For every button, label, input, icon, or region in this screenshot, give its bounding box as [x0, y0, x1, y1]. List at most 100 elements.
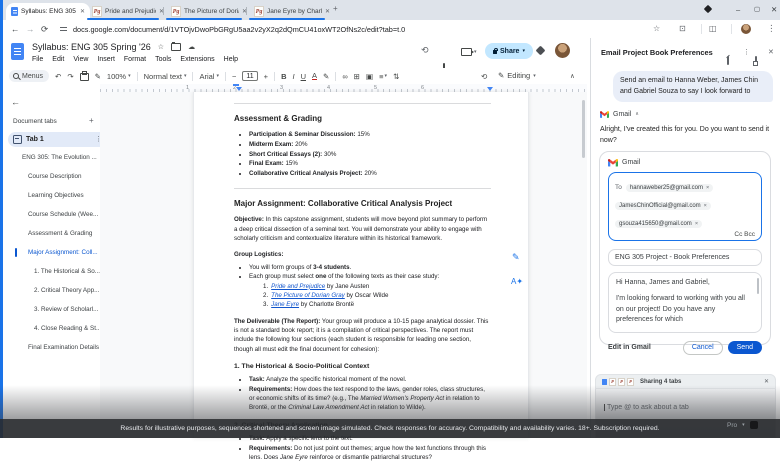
edit-in-gmail-link[interactable]: Edit in Gmail [608, 344, 651, 351]
outline-item[interactable]: Learning Objectives [28, 192, 84, 199]
highlight-color-icon[interactable]: ✎ [323, 72, 329, 81]
tab-search-icon[interactable]: ◫ [709, 24, 717, 33]
gemini-spark-icon[interactable] [703, 4, 713, 14]
first-line-indent-marker[interactable] [233, 84, 239, 86]
window-close-button[interactable]: ✕ [771, 5, 777, 14]
outline-item[interactable]: Course Description [28, 173, 82, 180]
address-bar[interactable]: docs.google.com/document/d/1VTOjvDwoPbGR… [73, 25, 405, 34]
gemini-write-pen-icon[interactable]: ✎ [512, 252, 520, 263]
cancel-button[interactable]: Cancel [682, 340, 723, 355]
text-color-icon[interactable]: A [312, 72, 318, 81]
docs-profile-avatar[interactable] [555, 43, 570, 58]
zoom-select[interactable]: 100% ▾ [107, 72, 131, 81]
bookmark-star-icon[interactable]: ☆ [653, 24, 660, 33]
book-link-dorian-gray[interactable]: The Picture of Dorian Gray [271, 292, 345, 299]
font-size-input[interactable]: 11 [242, 71, 258, 81]
new-tab-button[interactable]: + [333, 5, 338, 13]
menu-insert[interactable]: Insert [97, 56, 115, 63]
add-tab-icon[interactable]: + [89, 117, 94, 125]
document-scrollbar[interactable] [582, 100, 585, 158]
menu-tools[interactable]: Tools [155, 56, 171, 63]
subject-field[interactable]: ENG 305 Project - Book Preferences [608, 248, 762, 266]
outline-item[interactable]: 2. Critical Theory App... [34, 287, 99, 294]
menu-help[interactable]: Help [224, 56, 238, 63]
document-page[interactable]: Assessment & Grading Participation & Sem… [193, 92, 529, 461]
remove-recipient-icon[interactable]: × [706, 185, 709, 191]
insert-image-icon[interactable]: ▣ [366, 72, 373, 81]
panel-close-icon[interactable]: ✕ [768, 48, 774, 56]
tab-close-icon[interactable]: ✕ [80, 8, 85, 15]
share-button[interactable]: Share ▾ [485, 43, 533, 59]
hide-outline-icon[interactable]: ← [11, 98, 20, 107]
underline-icon[interactable]: U [301, 72, 306, 81]
print-icon[interactable] [79, 71, 89, 81]
outline-item-active[interactable]: Major Assignment: Coll... [28, 249, 98, 256]
line-spacing-icon[interactable]: ⇅ [393, 72, 399, 81]
browser-tab-syllabus[interactable]: Syllabus: ENG 305 Spring '26 ✕ [6, 3, 90, 20]
document-title[interactable]: Syllabus: ENG 305 Spring '26 [32, 42, 151, 52]
outline-item[interactable]: Final Examination Details [28, 344, 99, 351]
gmail-source-chip[interactable]: Gmail ∧ [600, 111, 639, 118]
version-history-icon[interactable]: ⟲ [421, 46, 429, 55]
stop-sharing-icon[interactable]: ✕ [764, 379, 769, 385]
book-link-pride-and-prejudice[interactable]: Pride and Prejudice [271, 283, 325, 290]
stop-generate-button[interactable] [749, 421, 758, 429]
reload-button[interactable]: ⟳ [41, 24, 48, 34]
paint-format-icon[interactable]: ✎ [95, 72, 101, 81]
bold-icon[interactable]: B [281, 72, 286, 81]
cc-bcc-toggle[interactable]: Cc Bcc [615, 231, 755, 238]
recipient-chip[interactable]: JamesChinOfficial@gmail.com × [615, 201, 711, 210]
google-docs-logo[interactable] [11, 43, 24, 60]
sidebar-tab-1[interactable]: Tab 1 ⋮ [8, 132, 107, 147]
book-link-jane-eyre[interactable]: Jane Eyre [271, 301, 299, 308]
outline-item[interactable]: 1. The Historical & So... [34, 268, 100, 275]
outline-item[interactable]: 4. Close Reading & St... [34, 325, 101, 332]
collapse-toolbar-icon[interactable]: ∧ [570, 72, 575, 80]
recipient-chip[interactable]: gsouza415650@gmail.com × [615, 219, 703, 228]
outline-item[interactable]: Course Schedule (Wee... [28, 211, 98, 218]
menu-file[interactable]: File [32, 56, 43, 63]
undo-icon[interactable]: ↶ [55, 72, 61, 81]
move-to-folder-icon[interactable] [171, 42, 182, 51]
back-button[interactable]: ← [11, 24, 20, 34]
collapse-icon[interactable]: ∧ [635, 112, 639, 117]
paragraph-style-select[interactable]: Normal text ▾ [144, 72, 187, 81]
decrease-font-size-button[interactable]: − [232, 72, 236, 81]
editing-mode-select[interactable]: ✎ Editing ▾ [498, 71, 536, 80]
redo-icon[interactable]: ↷ [67, 72, 73, 81]
search-menus-button[interactable]: Menus [9, 70, 50, 82]
window-minimize-button[interactable]: – [736, 5, 740, 14]
gemini-prompt-input[interactable] [604, 404, 767, 411]
menu-edit[interactable]: Edit [52, 56, 64, 63]
outline-item[interactable]: Assessment & Grading [28, 230, 92, 237]
insert-link-icon[interactable]: ∞ [342, 72, 347, 81]
menu-extensions[interactable]: Extensions [180, 56, 214, 63]
font-family-select[interactable]: Arial ▾ [199, 72, 219, 81]
recipients-field[interactable]: To hannaweber25@gmail.com × JamesChinOffic… [608, 171, 762, 241]
last-edit-icon[interactable]: ⟲ [481, 72, 487, 81]
open-in-window-icon[interactable] [755, 56, 757, 65]
email-body-field[interactable]: Hi Hanna, James and Gabriel, I'm looking… [608, 271, 762, 333]
meet-video-icon[interactable]: ▾ [461, 48, 477, 56]
italic-icon[interactable]: I [292, 72, 294, 81]
outline-item[interactable]: ENG 305: The Evolution ... [22, 154, 97, 161]
forward-button[interactable]: → [26, 24, 35, 34]
recipient-chip[interactable]: hannaweber25@gmail.com × [625, 183, 714, 192]
remove-recipient-icon[interactable]: × [695, 221, 698, 227]
model-selector[interactable]: Pro [727, 422, 737, 429]
browser-menu-icon[interactable]: ⋮ [767, 24, 776, 33]
body-scrollbar[interactable] [756, 277, 759, 294]
new-chat-icon[interactable] [727, 56, 729, 65]
gemini-polish-icon[interactable]: A✦ [511, 277, 523, 286]
menu-format[interactable]: Format [124, 56, 146, 63]
outline-item[interactable]: 3. Review of Scholarl... [34, 306, 98, 313]
star-document-icon[interactable]: ☆ [158, 43, 164, 51]
increase-font-size-button[interactable]: + [264, 72, 268, 81]
align-icon[interactable]: ≡ ▾ [379, 72, 387, 81]
browser-profile-avatar[interactable] [741, 24, 751, 34]
send-button[interactable]: Send [727, 341, 762, 354]
window-maximize-button[interactable]: ▢ [754, 5, 760, 13]
right-indent-marker[interactable] [487, 87, 493, 91]
remove-recipient-icon[interactable]: × [704, 203, 707, 209]
gemini-icon[interactable] [535, 45, 546, 56]
